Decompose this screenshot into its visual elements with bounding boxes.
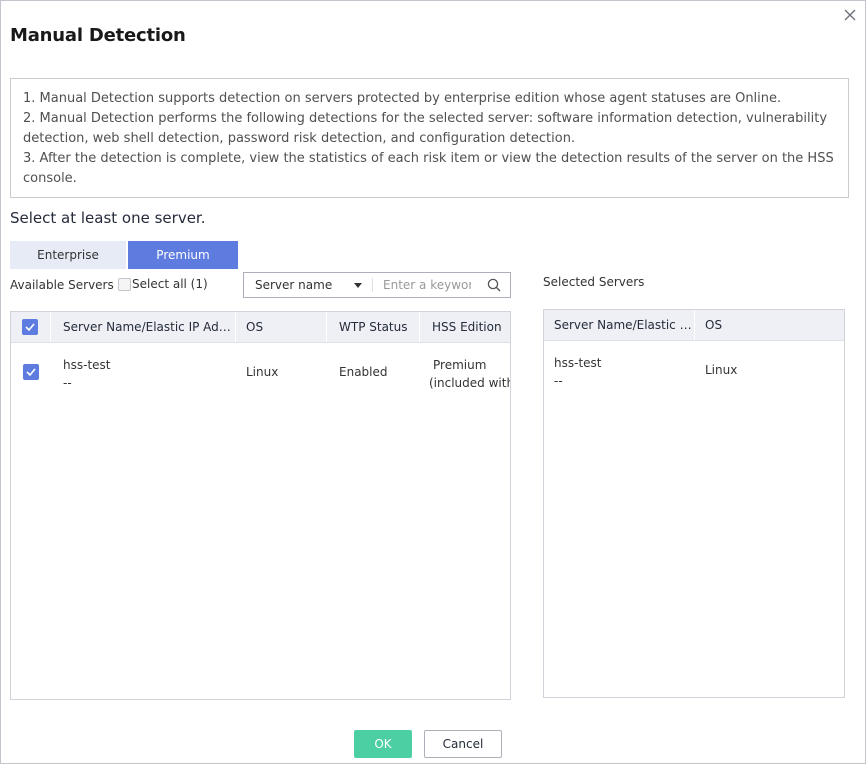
available-servers-table: Server Name/Elastic IP Address OS WTP St… — [10, 311, 511, 700]
server-name-cell: hss-test -- — [544, 341, 695, 401]
header-checkbox[interactable] — [22, 319, 38, 335]
column-wtp-status: WTP Status — [327, 312, 420, 342]
server-name-cell: hss-test -- — [51, 343, 236, 403]
cancel-button[interactable]: Cancel — [424, 730, 502, 758]
server-name: hss-test — [63, 358, 111, 372]
search-type-select[interactable]: Server name — [244, 273, 372, 297]
dialog-title: Manual Detection — [10, 25, 186, 46]
close-icon[interactable] — [843, 7, 857, 21]
select-all-checkbox[interactable]: Select all (1) — [118, 277, 208, 291]
available-servers-label: Available Servers — [10, 278, 114, 292]
search-type-value: Server name — [255, 278, 333, 292]
table-row[interactable]: hss-test -- Linux Enabled Premium (inclu… — [11, 343, 510, 403]
search-icon[interactable] — [487, 278, 501, 292]
tab-enterprise[interactable]: Enterprise — [10, 241, 126, 269]
edition-tabs: Enterprise Premium — [10, 241, 238, 269]
edition-name: Premium — [433, 358, 487, 372]
detection-notice: 1. Manual Detection supports detection o… — [10, 78, 849, 198]
column-hss-edition: HSS Edition — [432, 320, 502, 334]
selected-servers-table: Server Name/Elastic IP Address OS hss-te… — [543, 309, 845, 698]
notice-line-2: 2. Manual Detection performs the followi… — [23, 111, 828, 146]
search-input[interactable] — [383, 278, 471, 292]
checkbox-icon — [118, 277, 131, 291]
edition-note: (included with WTP) — [429, 376, 510, 390]
column-server-name-label: Server Name/Elastic IP Address — [554, 318, 694, 332]
header-checkbox-cell — [11, 312, 51, 342]
row-checkbox-cell — [11, 343, 51, 403]
search-divider — [372, 278, 373, 292]
ok-button[interactable]: OK — [354, 730, 412, 758]
column-os: OS — [705, 318, 723, 332]
os-cell: Linux — [705, 363, 738, 377]
caret-down-icon — [354, 283, 362, 288]
os-cell: Linux — [246, 365, 279, 379]
hss-edition-cell: Premium (included with WTP) — [420, 343, 510, 403]
table-row: hss-test -- Linux — [544, 341, 844, 401]
column-os: OS — [236, 312, 327, 342]
selected-servers-label: Selected Servers — [543, 275, 645, 289]
column-server-name: Server Name/Elastic IP Address — [544, 310, 695, 340]
server-ip: -- — [63, 376, 72, 390]
select-all-label: Select all (1) — [132, 277, 208, 291]
table-header: Server Name/Elastic IP Address OS WTP St… — [11, 312, 510, 343]
server-ip: -- — [554, 374, 563, 388]
manual-detection-dialog: Manual Detection 1. Manual Detection sup… — [0, 0, 866, 764]
tab-premium[interactable]: Premium — [128, 241, 238, 269]
table-header: Server Name/Elastic IP Address OS — [544, 310, 844, 341]
wtp-status-cell: Enabled — [339, 365, 388, 379]
server-name: hss-test — [554, 356, 602, 370]
select-hint: Select at least one server. — [10, 209, 206, 227]
server-search: Server name — [243, 272, 511, 298]
column-server-name: Server Name/Elastic IP Address — [51, 312, 236, 342]
notice-line-3: 3. After the detection is complete, view… — [23, 151, 834, 186]
row-checkbox[interactable] — [23, 364, 39, 380]
notice-line-1: 1. Manual Detection supports detection o… — [23, 91, 782, 106]
